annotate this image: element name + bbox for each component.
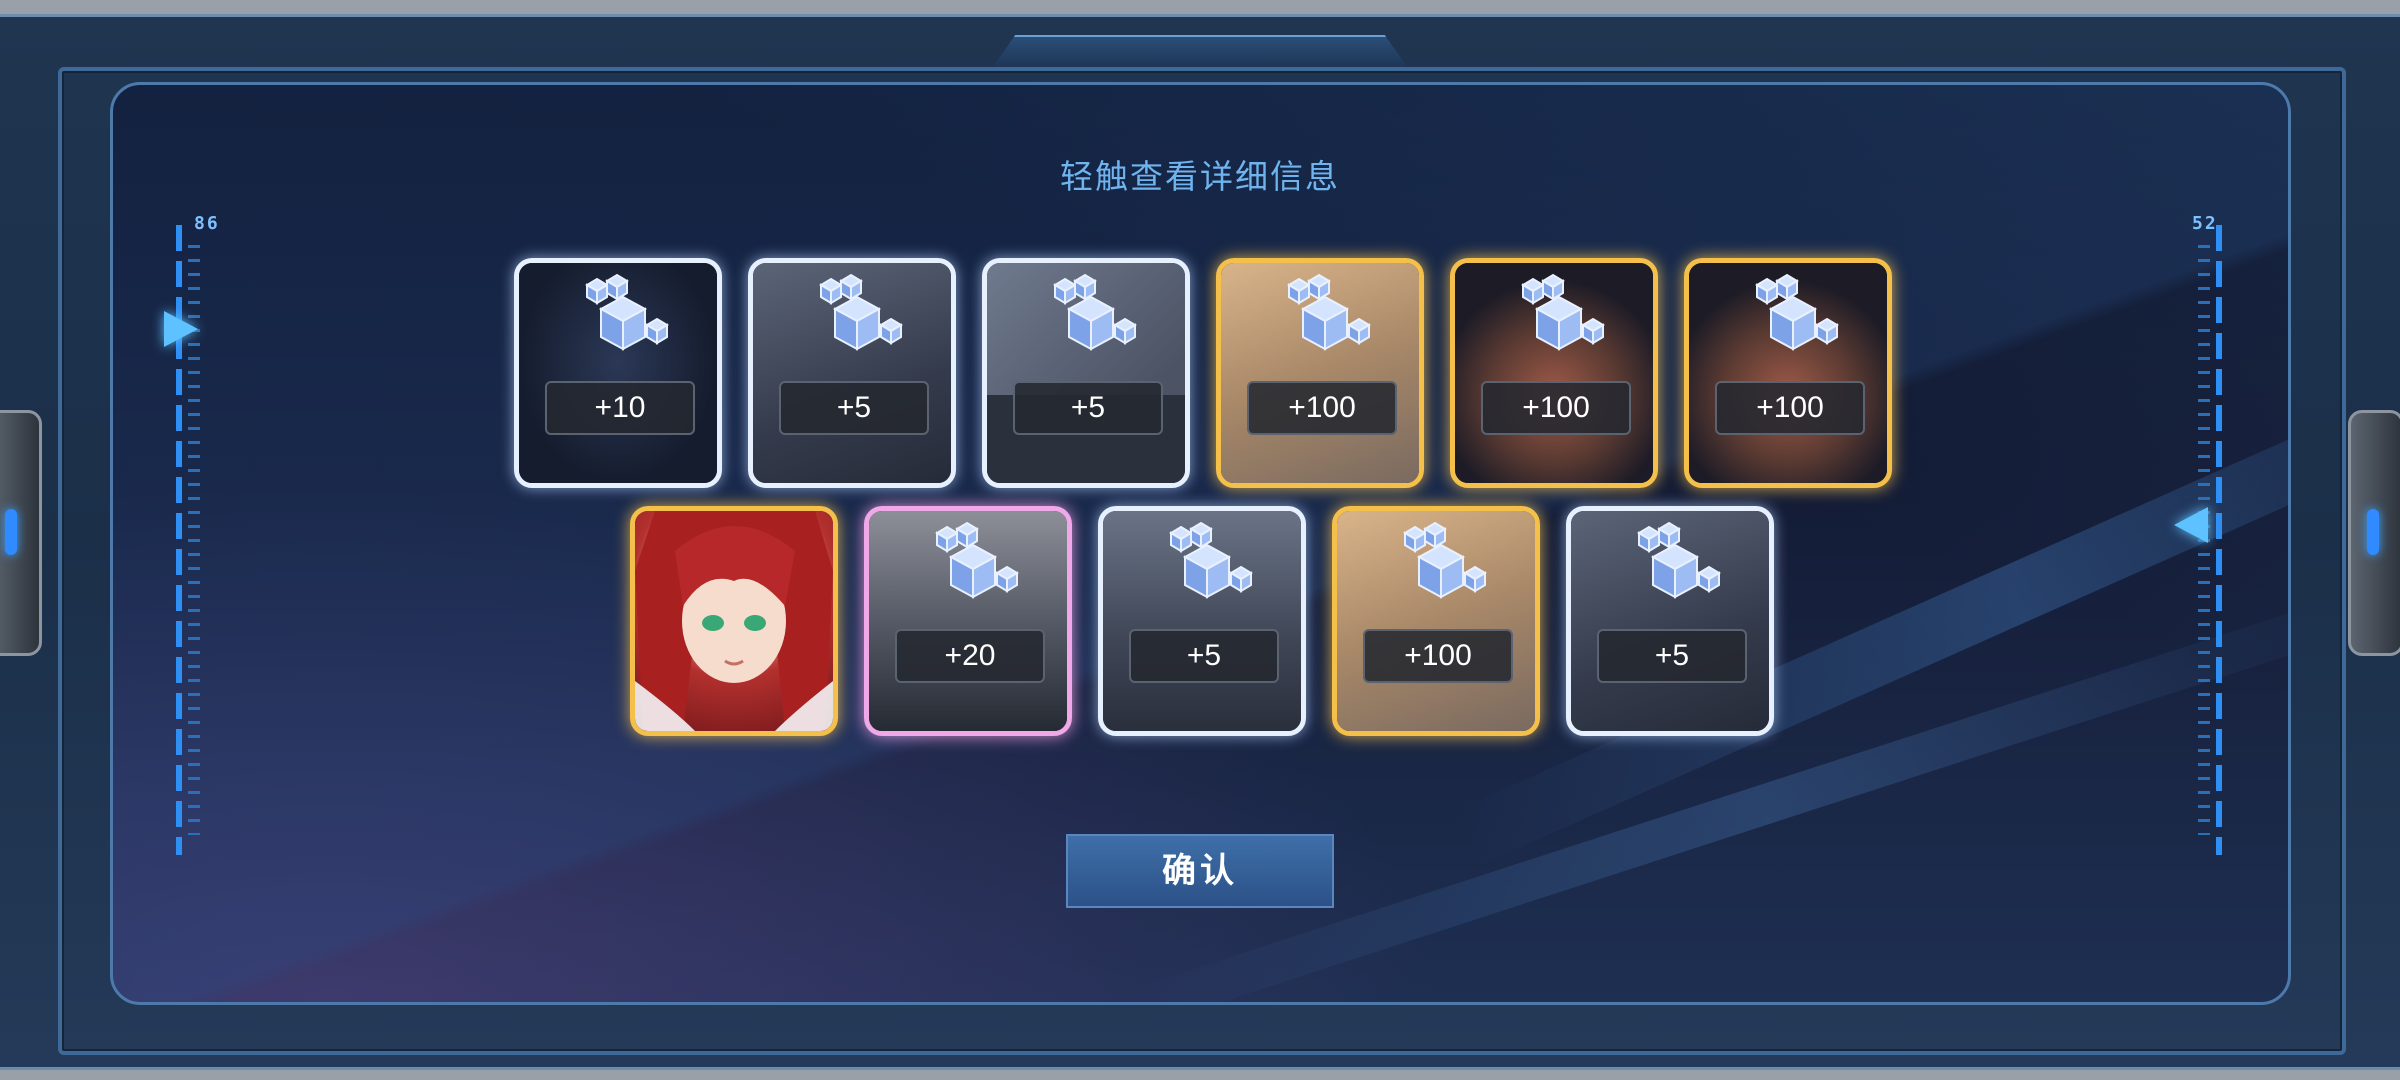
cube-icon [1288, 274, 1370, 350]
frame-top-notch [990, 35, 1410, 71]
reward-quantity: +100 [1481, 381, 1631, 435]
gauge-bar [2216, 225, 2222, 855]
reward-quantity: +100 [1247, 381, 1397, 435]
reward-card[interactable]: +5 [1566, 506, 1774, 736]
cube-icon [1638, 522, 1720, 598]
confirm-button[interactable]: 确认 [1066, 834, 1334, 908]
character-portrait [635, 511, 833, 731]
clip-light [5, 509, 17, 555]
reward-quantity: +5 [1129, 629, 1279, 683]
right-gauge-arrow-icon [2174, 507, 2208, 543]
reward-card[interactable]: +5 [1098, 506, 1306, 736]
reward-card[interactable]: +100 [1216, 258, 1424, 488]
reward-quantity: +100 [1363, 629, 1513, 683]
cube-icon [1522, 274, 1604, 350]
left-gauge-arrow-icon [164, 311, 198, 347]
right-frame-clip [2348, 410, 2400, 656]
reward-card[interactable]: +10 [514, 258, 722, 488]
reward-card[interactable]: +100 [1684, 258, 1892, 488]
cube-icon [1170, 522, 1252, 598]
reward-card[interactable]: +100 [1450, 258, 1658, 488]
tap-hint-title: 轻触查看详细信息 [1060, 158, 1340, 195]
cube-icon [586, 274, 668, 350]
reward-card[interactable]: +5 [982, 258, 1190, 488]
reward-card[interactable]: +20 [864, 506, 1072, 736]
reward-quantity: +5 [1597, 629, 1747, 683]
reward-quantity: +20 [895, 629, 1045, 683]
reward-card-character[interactable] [630, 506, 838, 736]
right-gauge: 52 [2174, 213, 2226, 855]
reward-card[interactable]: +100 [1332, 506, 1540, 736]
reward-card[interactable]: +5 [748, 258, 956, 488]
reward-quantity: +10 [545, 381, 695, 435]
clip-light [2367, 509, 2379, 555]
cube-icon [1756, 274, 1838, 350]
cube-icon [1054, 274, 1136, 350]
cube-icon [936, 522, 1018, 598]
right-gauge-value: 52 [2192, 213, 2218, 234]
reward-quantity: +5 [1013, 381, 1163, 435]
left-gauge: 86 [164, 213, 218, 855]
reward-quantity: +100 [1715, 381, 1865, 435]
cube-icon [820, 274, 902, 350]
reward-quantity: +5 [779, 381, 929, 435]
left-frame-clip [0, 410, 42, 656]
left-gauge-value: 86 [194, 213, 220, 234]
cube-icon [1404, 522, 1486, 598]
